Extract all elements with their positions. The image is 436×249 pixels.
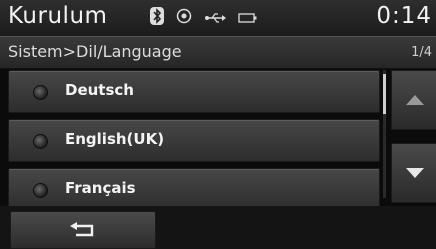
gps-icon	[176, 8, 192, 28]
bluetooth-icon	[150, 7, 164, 29]
language-list: Deutsch English(UK) Français	[8, 70, 380, 217]
triangle-down-icon	[405, 168, 424, 178]
radio-icon	[33, 183, 48, 198]
language-item-english-uk[interactable]: English(UK)	[8, 119, 380, 162]
breadcrumb: Sistem>Dil/Language	[8, 42, 182, 61]
clock: 0:14	[376, 3, 432, 29]
usb-icon	[204, 9, 226, 28]
page-indicator: 1/4	[411, 45, 432, 60]
status-icons	[150, 7, 258, 29]
language-label: Deutsch	[65, 81, 134, 99]
radio-icon	[33, 85, 48, 100]
scroll-down-button[interactable]	[391, 143, 436, 203]
battery-icon	[238, 9, 258, 28]
language-item-francais[interactable]: Français	[8, 168, 380, 211]
top-bar: Kurulum 0:14	[0, 0, 436, 36]
language-label: Français	[65, 179, 136, 197]
language-item-deutsch[interactable]: Deutsch	[8, 70, 380, 113]
back-arrow-icon	[70, 222, 94, 237]
back-button[interactable]	[10, 211, 156, 249]
scrollbar[interactable]	[383, 70, 386, 198]
scroll-up-button[interactable]	[391, 70, 436, 130]
scrollbar-thumb[interactable]	[383, 74, 386, 114]
sub-header: Sistem>Dil/Language 1/4	[0, 36, 436, 69]
app-title: Kurulum	[8, 3, 108, 29]
language-label: English(UK)	[65, 130, 165, 148]
radio-icon	[33, 134, 48, 149]
triangle-up-icon	[405, 95, 424, 105]
